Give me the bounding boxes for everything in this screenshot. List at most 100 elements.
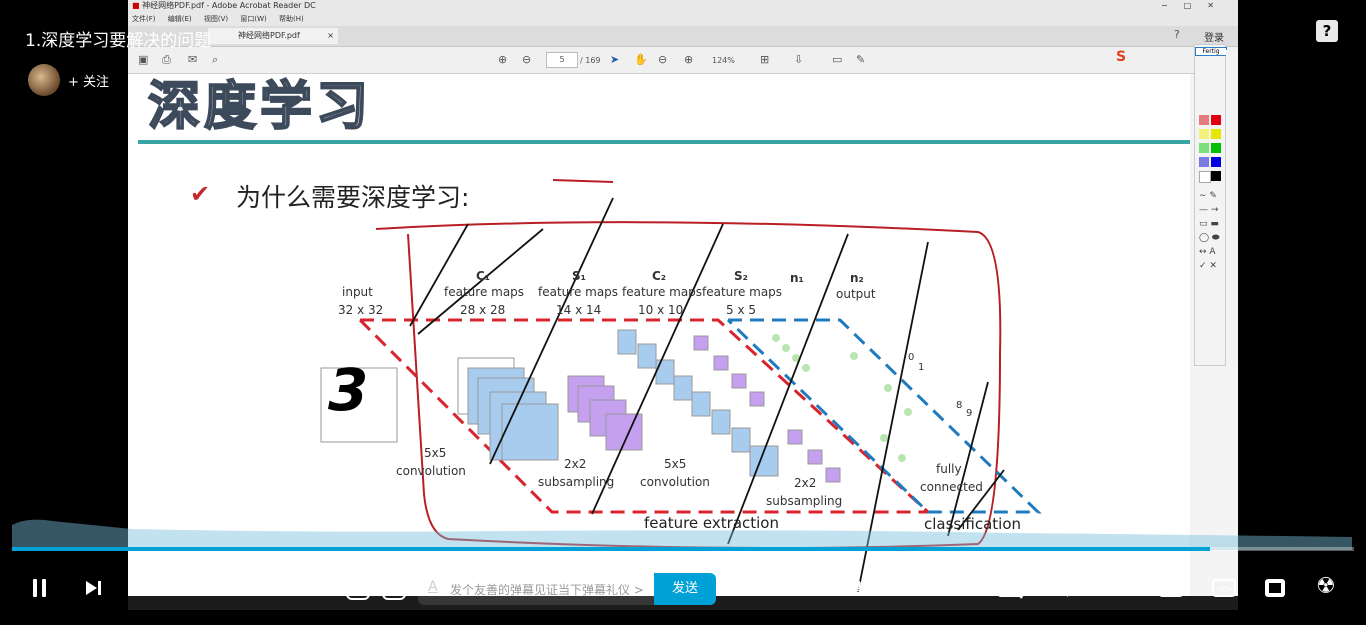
- window-controls[interactable]: −□✕: [1161, 0, 1230, 12]
- sub2-label: subsampling: [766, 494, 843, 508]
- classification-frame: [726, 318, 1042, 514]
- acrobat-menubar: 文件(F) 编辑(E) 视图(V) 窗口(W) 帮助(H): [128, 12, 1238, 26]
- menu-file[interactable]: 文件(F): [132, 15, 156, 23]
- comment-icon[interactable]: ▭: [832, 53, 842, 66]
- zoom-in-icon[interactable]: ⊕: [684, 53, 693, 66]
- episodes-button[interactable]: 选集: [880, 578, 910, 599]
- speed-button[interactable]: 倍速: [938, 578, 968, 599]
- s2-map: [731, 373, 747, 389]
- help-circle-icon[interactable]: ?: [1174, 28, 1180, 41]
- c2-map: [691, 391, 711, 417]
- pen-icon[interactable]: ✎: [856, 53, 865, 66]
- pdf-tab[interactable]: 神经网络PDF.pdf ×: [208, 28, 338, 44]
- conv1-kernel: 5x5: [424, 446, 447, 460]
- fullscreen-icon[interactable]: ☢: [1316, 574, 1336, 599]
- picture-in-picture-icon[interactable]: [1158, 577, 1184, 599]
- neuron: [884, 384, 892, 392]
- neuron: [898, 454, 906, 462]
- danmaku-input[interactable]: 发个友善的弹幕见证当下: [450, 581, 582, 598]
- sogou-ime-icon[interactable]: S: [1116, 49, 1126, 65]
- color-swatch[interactable]: [1199, 129, 1209, 139]
- quality-selector[interactable]: 1080P 高清: [777, 578, 865, 599]
- neuron: [802, 364, 810, 372]
- color-swatch[interactable]: [1211, 157, 1221, 167]
- sub1-label: subsampling: [538, 475, 615, 489]
- web-fullscreen-icon[interactable]: [1263, 577, 1287, 599]
- widescreen-icon[interactable]: <>: [1211, 577, 1237, 599]
- neuron: [880, 434, 888, 442]
- next-icon[interactable]: [84, 579, 102, 597]
- send-button[interactable]: 发送: [654, 573, 716, 605]
- danmaku-settings-icon[interactable]: ⚙: [382, 576, 406, 600]
- color-swatch[interactable]: [1211, 143, 1221, 153]
- sub1-kernel: 2x2: [564, 457, 587, 471]
- s2-label: feature maps: [702, 285, 783, 299]
- settings-icon[interactable]: ⚙: [1104, 572, 1126, 600]
- c2-map: [637, 343, 657, 369]
- menu-edit[interactable]: 编辑(E): [168, 15, 192, 23]
- pdf-tab-label: 神经网络PDF.pdf: [238, 31, 300, 40]
- output-1: 1: [918, 362, 925, 373]
- avatar[interactable]: [28, 64, 60, 96]
- window-title: 神经网络PDF.pdf - Adobe Acrobat Reader DC: [142, 1, 316, 10]
- drawing-tools[interactable]: ∼ ✎ — → ▭ ▬ ◯ ⬬ ↔ A ✓ ✕: [1199, 189, 1223, 273]
- select-tool-icon[interactable]: ➤: [610, 53, 619, 66]
- fit-page-icon[interactable]: ⊞: [760, 53, 769, 66]
- c2-map: [731, 427, 751, 453]
- s2-map: [749, 391, 765, 407]
- close-icon[interactable]: ×: [327, 28, 334, 44]
- c1-size: 28 x 28: [460, 303, 506, 317]
- page-up-icon[interactable]: ⊕: [498, 53, 507, 66]
- acrobat-icon: ■: [132, 1, 140, 10]
- input-size: 32 x 32: [338, 303, 384, 317]
- help-icon[interactable]: ?: [1316, 20, 1338, 42]
- tool-panel-title[interactable]: Fertig: [1195, 47, 1227, 56]
- output-8: 8: [956, 400, 963, 411]
- scroll-mode-icon[interactable]: ⇩: [794, 53, 803, 66]
- zoom-level[interactable]: 124%: [712, 56, 735, 65]
- hand-tool-icon[interactable]: ✋: [634, 53, 648, 66]
- color-swatch[interactable]: [1199, 157, 1209, 167]
- danmaku-toggle-icon[interactable]: 弹: [346, 576, 370, 600]
- conv2-kernel: 5x5: [664, 457, 687, 471]
- s2-map: [787, 429, 803, 445]
- color-swatch[interactable]: [1199, 115, 1209, 125]
- volume-icon[interactable]: [1054, 576, 1078, 600]
- menu-window[interactable]: 窗口(W): [240, 15, 266, 23]
- menu-view[interactable]: 视图(V): [204, 15, 228, 23]
- color-swatch[interactable]: [1211, 171, 1221, 181]
- pause-icon[interactable]: [30, 578, 50, 598]
- save-icon[interactable]: ▣: [138, 53, 148, 66]
- login-link[interactable]: 登录: [1204, 29, 1224, 44]
- subtitle-off-icon[interactable]: [996, 576, 1026, 600]
- menu-help[interactable]: 帮助(H): [279, 15, 304, 23]
- c1-map: [501, 403, 559, 461]
- page-number-input[interactable]: 5: [546, 52, 578, 68]
- video-title: 1.深度学习要解决的问题: [25, 31, 212, 51]
- page-down-icon[interactable]: ⊖: [522, 53, 531, 66]
- c2-map: [711, 409, 731, 435]
- c1-label: feature maps: [444, 285, 525, 299]
- right-sidebar: [1226, 50, 1238, 370]
- color-swatch[interactable]: [1211, 115, 1221, 125]
- annotation-underline: [552, 179, 614, 183]
- heat-wave: [12, 519, 1352, 550]
- color-swatch[interactable]: [1199, 143, 1209, 153]
- c2-map: [617, 329, 637, 355]
- sub2-kernel: 2x2: [794, 476, 817, 490]
- zoom-out-icon[interactable]: ⊖: [658, 53, 667, 66]
- font-style-icon[interactable]: A: [428, 579, 438, 595]
- n1-title: n₁: [790, 271, 804, 285]
- fc-label-2: connected: [920, 480, 983, 494]
- color-swatch[interactable]: [1199, 171, 1211, 183]
- c2-label: feature maps: [622, 285, 703, 299]
- svg-text:<>: <>: [1218, 585, 1233, 595]
- danmaku-etiquette-link[interactable]: 弹幕礼仪 >: [582, 581, 644, 598]
- output-0: 0: [908, 352, 915, 363]
- fc-label-1: fully: [936, 462, 962, 476]
- color-swatch[interactable]: [1211, 129, 1221, 139]
- s2-map: [807, 449, 823, 465]
- s2-size: 5 x 5: [726, 303, 756, 317]
- s2-map: [693, 335, 709, 351]
- follow-button[interactable]: + 关注: [68, 71, 109, 90]
